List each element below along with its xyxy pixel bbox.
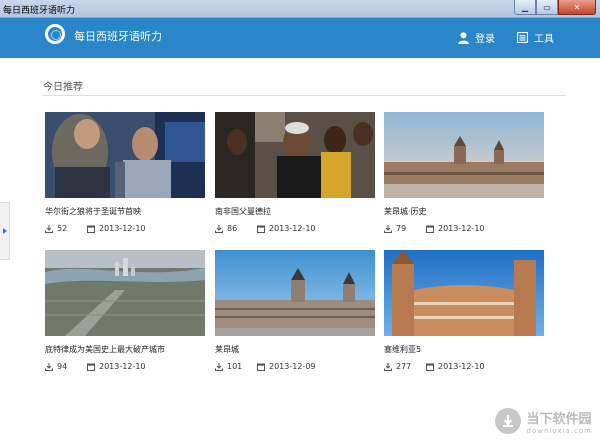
card-title[interactable]: 华尔街之狼将于圣诞节首映 (45, 206, 141, 217)
section-title: 今日推荐 (43, 82, 83, 93)
window-title: 每日西班牙语听力 (3, 6, 76, 16)
minimize-icon: ▁ (521, 2, 529, 12)
watermark-url: downloxia.com (526, 426, 592, 435)
card-title[interactable]: 塞维利亚5 (384, 344, 421, 355)
card-meta: 101 2013-12-09 (215, 362, 375, 374)
download-count: 79 (384, 224, 406, 233)
card-thumbnail[interactable] (215, 250, 375, 336)
card-item[interactable]: 底特律成为美国史上最大破产城市 94 2013-12-10 (45, 250, 205, 371)
publish-date: 2013-12-10 (257, 224, 316, 233)
user-icon (458, 31, 469, 44)
card-title[interactable]: 莱昂城·历史 (384, 206, 427, 217)
main-content: 今日推荐 华尔街之狼将于圣诞节首映 52 2013-12-10 南非国父曼德拉 … (12, 58, 588, 438)
download-icon (215, 362, 223, 371)
sidebar-toggle[interactable] (0, 202, 10, 260)
tools-label: 工具 (534, 34, 554, 45)
card-item[interactable]: 南非国父曼德拉 86 2013-12-10 (215, 112, 375, 233)
minimize-button[interactable]: ▁ (514, 0, 536, 15)
card-title[interactable]: 南非国父曼德拉 (215, 206, 271, 217)
card-thumbnail[interactable] (384, 112, 544, 198)
app-name: 每日西班牙语听力 (74, 30, 162, 43)
login-button[interactable]: 登录 (458, 30, 495, 45)
card-meta: 86 2013-12-10 (215, 224, 375, 236)
card-title[interactable]: 底特律成为美国史上最大破产城市 (45, 344, 165, 355)
calendar-icon (426, 225, 434, 233)
card-meta: 94 2013-12-10 (45, 362, 205, 374)
calendar-icon (87, 363, 95, 371)
download-count: 94 (45, 362, 67, 371)
publish-date: 2013-12-10 (87, 362, 146, 371)
watermark: 当下软件园 downloxia.com (494, 405, 592, 437)
section-divider (43, 95, 565, 96)
card-item[interactable]: 华尔街之狼将于圣诞节首映 52 2013-12-10 (45, 112, 205, 233)
app-header: 每日西班牙语听力 登录 工具 (0, 18, 600, 58)
card-item[interactable]: 塞维利亚5 277 2013-12-10 (384, 250, 544, 371)
calendar-icon (257, 363, 265, 371)
download-count: 52 (45, 224, 67, 233)
publish-date: 2013-12-10 (426, 224, 485, 233)
window-titlebar: 每日西班牙语听力 ▁ ▭ ✕ (0, 0, 600, 18)
tools-button[interactable]: 工具 (517, 30, 554, 45)
publish-date: 2013-12-09 (257, 362, 316, 371)
download-icon (45, 224, 53, 233)
list-icon (517, 32, 528, 43)
card-meta: 277 2013-12-10 (384, 362, 544, 374)
window-controls: ▁ ▭ ✕ (514, 0, 596, 16)
app-logo-icon (45, 24, 65, 44)
download-arrow-icon (494, 408, 521, 434)
card-item[interactable]: 莱昂城 101 2013-12-09 (215, 250, 375, 371)
download-count: 86 (215, 224, 237, 233)
publish-date: 2013-12-10 (87, 224, 146, 233)
publish-date: 2013-12-10 (426, 362, 485, 371)
download-count: 277 (384, 362, 411, 371)
calendar-icon (87, 225, 95, 233)
card-thumbnail[interactable] (215, 112, 375, 198)
card-item[interactable]: 莱昂城·历史 79 2013-12-10 (384, 112, 544, 233)
calendar-icon (257, 225, 265, 233)
chevron-right-icon (2, 228, 7, 234)
maximize-button[interactable]: ▭ (536, 0, 558, 15)
download-icon (215, 224, 223, 233)
login-label: 登录 (475, 34, 495, 45)
download-icon (384, 224, 392, 233)
maximize-icon: ▭ (543, 2, 551, 12)
download-icon (45, 362, 53, 371)
card-meta: 52 2013-12-10 (45, 224, 205, 236)
close-button[interactable]: ✕ (558, 0, 596, 15)
download-count: 101 (215, 362, 242, 371)
card-thumbnail[interactable] (45, 250, 205, 336)
card-thumbnail[interactable] (45, 112, 205, 198)
card-meta: 79 2013-12-10 (384, 224, 544, 236)
card-thumbnail[interactable] (384, 250, 544, 336)
card-title[interactable]: 莱昂城 (215, 344, 239, 355)
close-icon: ✕ (573, 2, 581, 12)
watermark-text: 当下软件园 (526, 411, 592, 427)
calendar-icon (426, 363, 434, 371)
download-icon (384, 362, 392, 371)
